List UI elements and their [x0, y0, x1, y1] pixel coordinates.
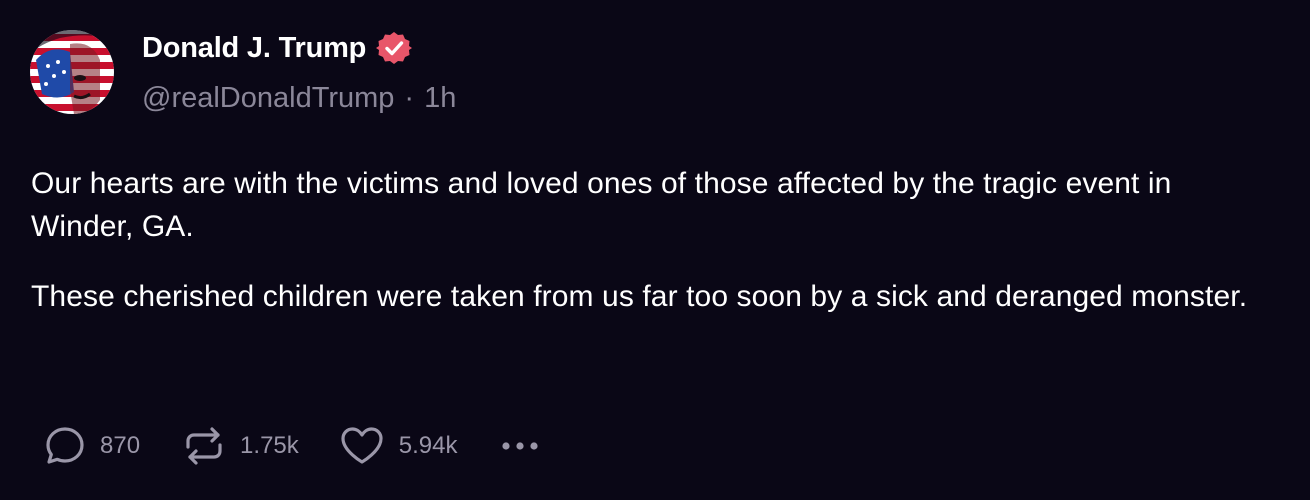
post-timestamp[interactable]: 1h: [424, 82, 456, 115]
author-name-row: Donald J. Trump: [142, 28, 413, 68]
reply-icon: [44, 425, 86, 467]
repost-button[interactable]: 1.75k: [182, 425, 299, 467]
post-paragraph: Our hearts are with the victims and love…: [31, 167, 1172, 243]
post-paragraph: These cherished children were taken from…: [31, 280, 1248, 313]
author-meta-row: @realDonaldTrump · 1h: [142, 78, 456, 118]
post-card: Donald J. Trump @realDonaldTrump · 1h Ou…: [0, 0, 1310, 500]
post-actions: 870 1.75k 5.94k: [44, 420, 543, 472]
author-display-name[interactable]: Donald J. Trump: [142, 32, 366, 65]
like-count: 5.94k: [398, 432, 458, 459]
repost-icon: [182, 425, 226, 467]
like-button[interactable]: 5.94k: [339, 425, 458, 467]
more-dots-icon: [499, 425, 543, 467]
author-handle[interactable]: @realDonaldTrump: [142, 82, 394, 115]
more-options-button[interactable]: [499, 425, 543, 467]
verified-badge-icon: [376, 30, 413, 66]
post-content: Our hearts are with the victims and love…: [31, 162, 1281, 345]
heart-icon: [339, 425, 385, 467]
reply-count: 870: [100, 432, 141, 459]
reply-button[interactable]: 870: [44, 425, 140, 467]
avatar[interactable]: [30, 30, 114, 114]
repost-count: 1.75k: [240, 432, 299, 459]
meta-separator: ·: [404, 81, 415, 114]
